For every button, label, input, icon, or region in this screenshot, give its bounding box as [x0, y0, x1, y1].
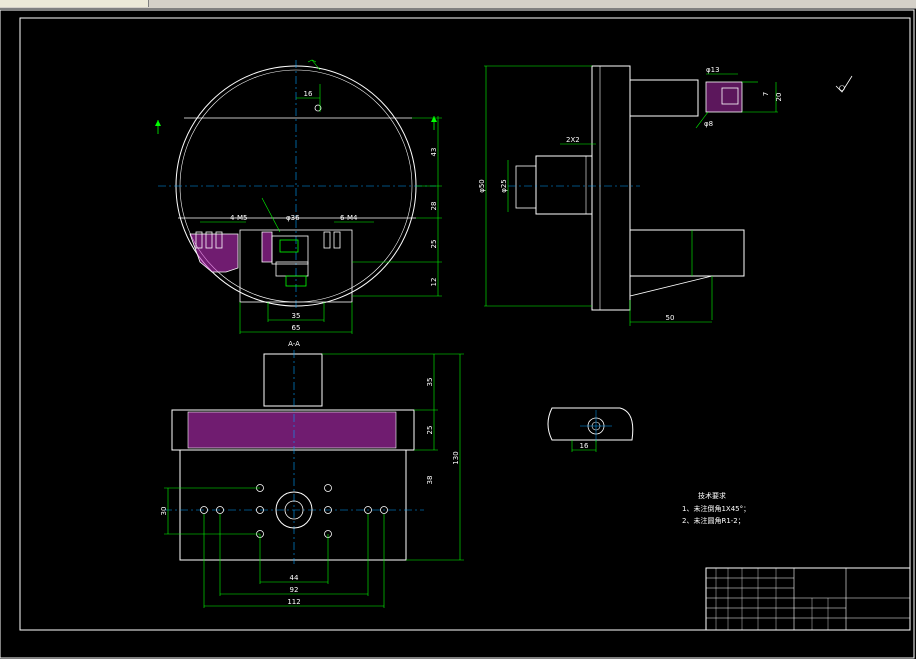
title-block	[705, 567, 911, 631]
window-toolbar-strip	[0, 0, 916, 9]
top-hole-right-callout: 6-M4	[340, 214, 358, 222]
top-view-hatch-left	[189, 233, 239, 273]
technical-notes: 技术要求 1、未注倒角1X45°； 2、未注圆角R1-2；	[682, 491, 750, 525]
top-dim-65: 65	[292, 324, 301, 332]
top-view: 43 28 25 12 16 35 65 4-M5 6-M4 φ36	[155, 59, 442, 334]
section-title: A-A	[288, 340, 300, 348]
top-dim-43: 43	[430, 148, 438, 157]
section-dim-112: 112	[287, 598, 300, 606]
top-dim-12: 12	[430, 278, 438, 287]
detail-dim-16: 16	[580, 442, 589, 450]
side-dim-13: φ13	[706, 66, 720, 74]
side-dim-50: φ50	[478, 179, 486, 193]
cad-drawing-canvas: 43 28 25 12 16 35 65 4-M5 6-M4 φ36 φ50 φ…	[0, 9, 915, 659]
top-dim-36: φ36	[286, 214, 300, 222]
detail-view: 16	[547, 407, 634, 452]
tech-notes-title: 技术要求	[698, 491, 726, 500]
section-dim-30: 30	[160, 507, 168, 516]
side-dim-2x2: 2X2	[566, 136, 580, 144]
top-dim-28: 28	[430, 202, 438, 211]
side-dim-50-bottom: 50	[666, 314, 675, 322]
tech-note-1: 1、未注倒角1X45°；	[682, 504, 750, 513]
section-dim-44: 44	[290, 574, 299, 582]
section-hatch	[187, 411, 397, 449]
side-dim-7: 7	[762, 92, 770, 96]
side-dim-25: φ25	[500, 179, 508, 193]
section-dim-25: 25	[426, 426, 434, 435]
top-view-hatch-center	[261, 231, 273, 263]
outer-border	[0, 9, 915, 659]
top-dim-16: 16	[304, 90, 313, 98]
top-dim-35: 35	[292, 312, 301, 320]
section-view: A-A 35 25 38 130 30 44 92 112	[160, 340, 464, 608]
inner-border	[19, 17, 911, 631]
section-dim-130: 130	[452, 451, 460, 464]
top-dim-25: 25	[430, 240, 438, 249]
top-hole-left-callout: 4-M5	[230, 214, 247, 222]
side-dim-8: φ8	[704, 120, 713, 128]
section-dim-38: 38	[426, 476, 434, 485]
section-dim-35: 35	[426, 378, 434, 387]
side-view: φ50 φ25 2X2 50 20 φ13 φ8 7	[478, 65, 853, 326]
tech-note-2: 2、未注圆角R1-2；	[682, 516, 745, 525]
section-dim-92: 92	[290, 586, 299, 594]
side-dim-20: 20	[775, 93, 783, 102]
window-tab[interactable]	[0, 0, 149, 7]
